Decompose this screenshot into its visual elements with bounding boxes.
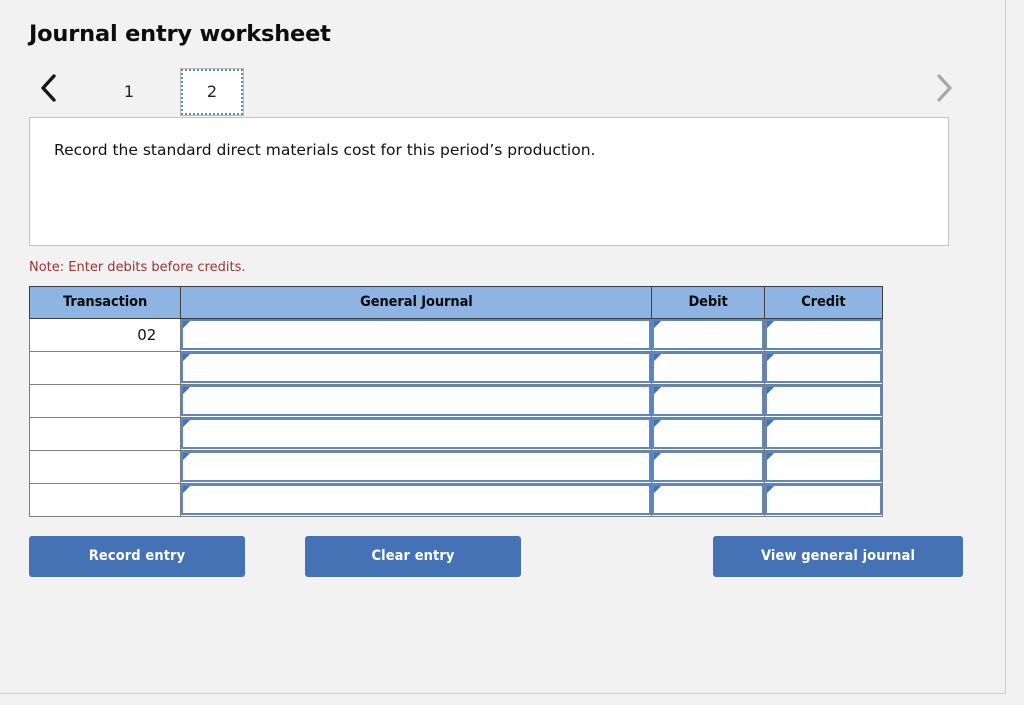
page-title: Journal entry worksheet (29, 21, 331, 47)
chevron-right-icon[interactable] (926, 65, 960, 111)
credit-input-frame (764, 352, 882, 384)
debit-input-2[interactable] (663, 387, 760, 415)
general-journal-input-frame (181, 451, 652, 483)
table-row (28, 383, 884, 418)
general-journal-input-2[interactable] (192, 387, 648, 415)
action-button-row: Record entry Clear entry View general jo… (29, 535, 969, 582)
clear-entry-button[interactable]: Clear entry (305, 535, 521, 577)
transaction-number-cell (28, 416, 181, 451)
worksheet-tab-1-label: 1 (123, 82, 135, 102)
record-entry-button[interactable]: Record entry (29, 535, 245, 577)
general-journal-input-1[interactable] (192, 354, 648, 382)
debit-input-1[interactable] (663, 354, 760, 382)
credit-cell[interactable] (763, 482, 884, 517)
column-header-debit: Debit (651, 285, 765, 319)
general-journal-input-0[interactable] (192, 321, 648, 349)
debit-input-frame (652, 484, 764, 516)
chevron-left-icon[interactable] (31, 65, 65, 111)
debit-input-frame (652, 451, 764, 483)
view-general-journal-button[interactable]: View general journal (713, 535, 963, 577)
credit-input-frame (764, 484, 882, 516)
transaction-number-cell (28, 383, 181, 418)
debit-cell[interactable] (651, 482, 765, 517)
credit-input-frame (764, 319, 882, 351)
general-journal-input-5[interactable] (192, 486, 648, 514)
debit-input-frame (652, 352, 764, 384)
general-journal-cell[interactable] (180, 449, 653, 484)
entry-description-box: Record the standard direct materials cos… (29, 116, 949, 246)
table-row (28, 350, 884, 385)
general-journal-input-frame (181, 319, 652, 351)
general-journal-cell[interactable] (180, 416, 653, 451)
column-header-general-journal: General Journal (180, 285, 653, 319)
debit-cell[interactable] (651, 350, 765, 385)
credit-input-0[interactable] (775, 321, 878, 349)
general-journal-input-frame (181, 484, 652, 516)
worksheet-tab-2[interactable]: 2 (180, 67, 244, 116)
journal-entry-table: Transaction General Journal Debit Credit… (28, 285, 884, 517)
table-row (28, 416, 884, 451)
general-journal-cell[interactable] (180, 350, 653, 385)
debit-input-5[interactable] (663, 486, 760, 514)
credit-cell[interactable] (763, 449, 884, 484)
general-journal-cell[interactable] (180, 317, 653, 352)
transaction-number-cell (28, 449, 181, 484)
credit-cell[interactable] (763, 416, 884, 451)
credit-input-1[interactable] (775, 354, 878, 382)
debit-cell[interactable] (651, 416, 765, 451)
column-header-transaction: Transaction (28, 285, 182, 319)
credit-input-frame (764, 385, 882, 417)
general-journal-cell[interactable] (180, 482, 653, 517)
debit-cell[interactable] (651, 449, 765, 484)
table-row (28, 449, 884, 484)
column-header-credit: Credit (763, 285, 884, 319)
debit-input-0[interactable] (663, 321, 760, 349)
table-row: 02 (28, 317, 884, 352)
general-journal-cell[interactable] (180, 383, 653, 418)
credit-input-2[interactable] (775, 387, 878, 415)
debit-input-frame (652, 418, 764, 450)
credit-cell[interactable] (763, 383, 884, 418)
debit-input-frame (652, 385, 764, 417)
worksheet-panel: Journal entry worksheet 1 2 Record the s… (0, 0, 1006, 694)
debit-input-4[interactable] (663, 453, 760, 481)
worksheet-pager: 1 2 (29, 65, 959, 116)
worksheet-tab-1[interactable]: 1 (97, 68, 161, 116)
credit-input-5[interactable] (775, 486, 878, 514)
worksheet-tab-2-label: 2 (206, 82, 218, 102)
general-journal-input-frame (181, 385, 652, 417)
general-journal-input-4[interactable] (192, 453, 648, 481)
credit-cell[interactable] (763, 317, 884, 352)
debit-cell[interactable] (651, 317, 765, 352)
journal-table-header-row: Transaction General Journal Debit Credit (28, 285, 884, 319)
credit-input-frame (764, 418, 882, 450)
general-journal-input-3[interactable] (192, 420, 648, 448)
general-journal-input-frame (181, 352, 652, 384)
debits-before-credits-note: Note: Enter debits before credits. (29, 259, 246, 275)
credit-input-frame (764, 451, 882, 483)
transaction-number-cell: 02 (28, 317, 181, 352)
transaction-number-cell (28, 482, 181, 517)
debit-cell[interactable] (651, 383, 765, 418)
general-journal-input-frame (181, 418, 652, 450)
debit-input-frame (652, 319, 764, 351)
table-row (28, 482, 884, 517)
transaction-number-cell (28, 350, 181, 385)
entry-description-text: Record the standard direct materials cos… (54, 140, 596, 159)
debit-input-3[interactable] (663, 420, 760, 448)
credit-input-4[interactable] (775, 453, 878, 481)
credit-input-3[interactable] (775, 420, 878, 448)
credit-cell[interactable] (763, 350, 884, 385)
